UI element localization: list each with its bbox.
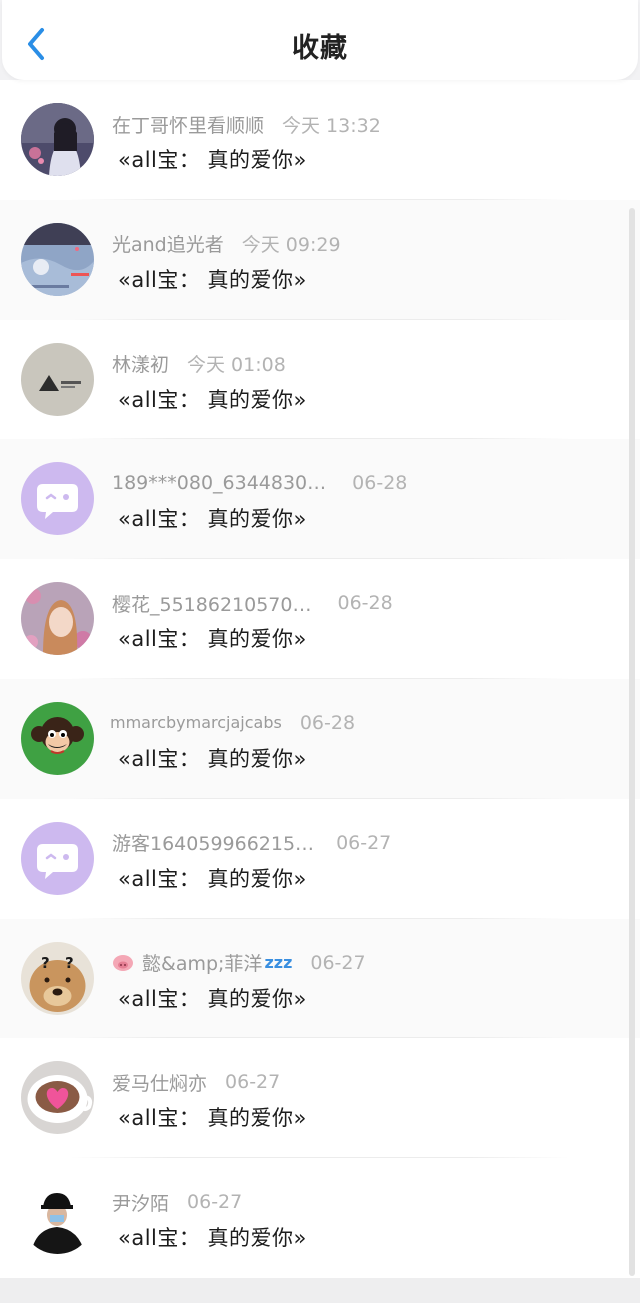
message-text: «all宝： 真的爱你» bbox=[118, 267, 307, 292]
timestamp: 今天 13:32 bbox=[282, 114, 381, 137]
message-text: «all宝： 真的爱你» bbox=[118, 866, 307, 891]
message-text: «all宝： 真的爱你» bbox=[118, 148, 307, 172]
svg-text:?: ? bbox=[65, 954, 74, 972]
avatar[interactable] bbox=[21, 462, 94, 536]
item-meta: 爱马仕焖亦 06-27 bbox=[112, 1069, 280, 1095]
user-name: 光and追光者 bbox=[112, 234, 224, 257]
message-text: «all宝： 真的爱你» bbox=[118, 627, 307, 652]
avatar[interactable] bbox=[21, 582, 94, 656]
user-name: 在丁哥怀里看顺顺 bbox=[112, 114, 265, 137]
top-nav-bar: 收藏 bbox=[2, 0, 638, 80]
timestamp: 今天 01:08 bbox=[187, 354, 286, 377]
avatar[interactable] bbox=[21, 1181, 94, 1255]
avatar[interactable] bbox=[21, 342, 94, 416]
list-item[interactable]: mmarcbymarcjajcabs 06-28 «all宝： 真的爱你» bbox=[0, 678, 640, 799]
message-text: «all宝： 真的爱你» bbox=[118, 1226, 307, 1251]
timestamp: 06-28 bbox=[299, 711, 356, 734]
svg-text:?: ? bbox=[41, 954, 50, 972]
list-item[interactable]: 林漾初 今天 01:08 «all宝： 真的爱你» bbox=[0, 320, 640, 440]
user-name: mmarcbymarcjajcabs bbox=[110, 713, 282, 733]
default-avatar-icon bbox=[21, 821, 94, 895]
bottom-safe-area bbox=[0, 1278, 640, 1303]
timestamp: 06-27 bbox=[187, 1191, 243, 1214]
page-title: 收藏 bbox=[292, 33, 348, 64]
message-text: «all宝： 真的爱你» bbox=[118, 1106, 307, 1131]
message-text: «all宝： 真的爱你» bbox=[118, 986, 307, 1011]
item-meta: 189***080_6344830… 06-28 bbox=[112, 470, 407, 496]
avatar[interactable] bbox=[21, 701, 94, 775]
avatar[interactable] bbox=[21, 1061, 94, 1135]
sleep-zzz-icon: zzz bbox=[264, 953, 293, 973]
user-name: 189***080_6344830… bbox=[112, 472, 327, 495]
list-item[interactable]: 爱马仕焖亦 06-27 «all宝： 真的爱你» bbox=[0, 1038, 640, 1159]
item-meta: 樱花_55186210570… 06-28 bbox=[112, 590, 393, 616]
avatar[interactable] bbox=[21, 222, 94, 296]
list-item[interactable]: 尹汐陌 06-27 «all宝： 真的爱你» bbox=[0, 1158, 640, 1278]
favorites-list: 在丁哥怀里看顺顺 今天 13:32 «all宝： 真的爱你» 光and追光者 今… bbox=[0, 80, 640, 1278]
scrollbar[interactable] bbox=[629, 208, 635, 1276]
user-name: 尹汐陌 bbox=[112, 1192, 170, 1215]
avatar[interactable] bbox=[21, 103, 94, 176]
user-name: 懿&amp;菲洋 bbox=[142, 953, 263, 976]
item-meta: 光and追光者 今天 09:29 bbox=[112, 231, 341, 257]
list-item[interactable]: 光and追光者 今天 09:29 «all宝： 真的爱你» bbox=[0, 199, 640, 320]
list-item[interactable]: 游客164059966215… 06-27 «all宝： 真的爱你» bbox=[0, 799, 640, 919]
user-name: 樱花_55186210570… bbox=[112, 593, 312, 616]
list-item[interactable]: 在丁哥怀里看顺顺 今天 13:32 «all宝： 真的爱你» bbox=[0, 80, 640, 200]
item-meta: 游客164059966215… 06-27 bbox=[112, 830, 391, 856]
avatar[interactable] bbox=[21, 821, 94, 895]
timestamp: 06-27 bbox=[310, 951, 366, 974]
item-meta: 懿&amp;菲洋 zzz 06-27 bbox=[112, 950, 366, 976]
item-meta: 林漾初 今天 01:08 bbox=[112, 351, 286, 377]
list-item[interactable]: 樱花_55186210570… 06-28 «all宝： 真的爱你» bbox=[0, 559, 640, 679]
timestamp: 06-27 bbox=[225, 1071, 281, 1094]
pig-face-icon bbox=[113, 954, 133, 971]
list-item[interactable]: ? ? 懿&amp;菲洋 zzz 06-27 «all宝： 真的爱你» bbox=[0, 918, 640, 1039]
item-meta: 尹汐陌 06-27 bbox=[112, 1189, 242, 1215]
message-text: «all宝： 真的爱你» bbox=[118, 387, 307, 412]
timestamp: 今天 09:29 bbox=[241, 234, 341, 257]
default-avatar-icon bbox=[21, 462, 94, 536]
user-name: 爱马仕焖亦 bbox=[112, 1072, 208, 1095]
timestamp: 06-28 bbox=[352, 472, 408, 495]
monkey-avatar-icon bbox=[21, 701, 94, 775]
user-name: 游客164059966215… bbox=[112, 833, 315, 856]
item-meta: mmarcbymarcjajcabs 06-28 bbox=[110, 710, 355, 736]
user-name: 林漾初 bbox=[112, 354, 170, 377]
message-text: «all宝： 真的爱你» bbox=[118, 507, 307, 532]
avatar[interactable]: ? ? bbox=[21, 941, 94, 1015]
list-item[interactable]: 189***080_6344830… 06-28 «all宝： 真的爱你» bbox=[0, 439, 640, 560]
timestamp: 06-27 bbox=[336, 831, 392, 854]
message-text: «all宝： 真的爱你» bbox=[118, 746, 307, 771]
item-meta: 在丁哥怀里看顺顺 今天 13:32 bbox=[112, 111, 381, 137]
timestamp: 06-28 bbox=[337, 592, 393, 615]
